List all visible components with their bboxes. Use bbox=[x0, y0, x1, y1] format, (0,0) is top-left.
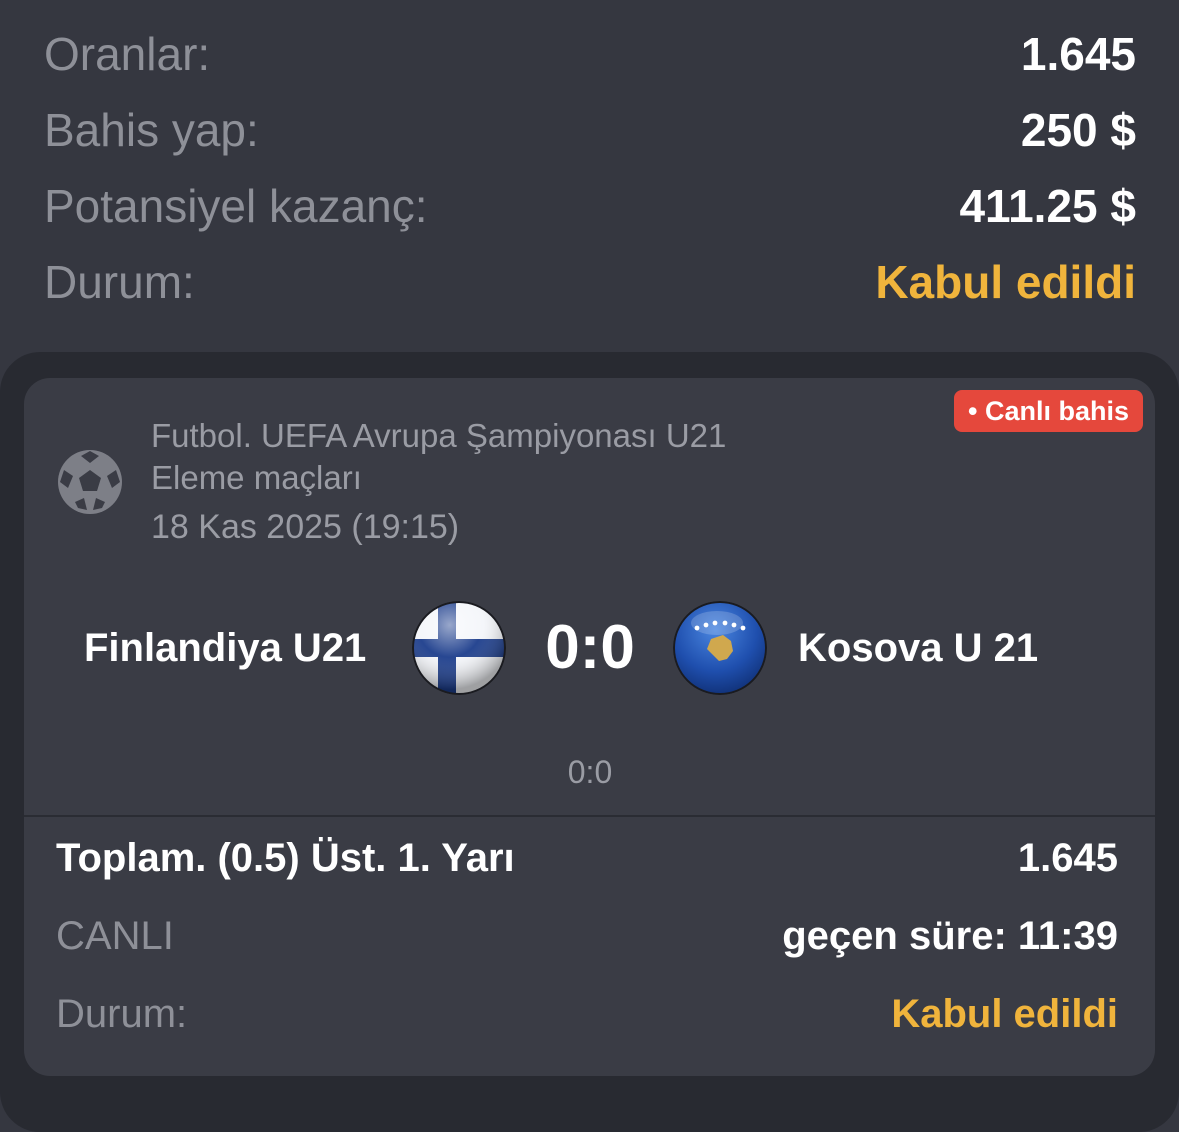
league-line-1: Futbol. UEFA Avrupa Şampiyonası U21 bbox=[151, 417, 727, 454]
finland-flag-icon bbox=[412, 601, 506, 695]
live-bet-badge: • Canlı bahis bbox=[954, 390, 1143, 432]
bet-market-row: Toplam. (0.5) Üst. 1. Yarı 1.645 bbox=[56, 832, 1118, 884]
league-name: Futbol. UEFA Avrupa Şampiyonası U21 Elem… bbox=[151, 415, 726, 499]
status-label: Durum: bbox=[44, 256, 195, 308]
stake-label: Bahis yap: bbox=[44, 104, 259, 156]
elapsed-time: geçen süre: 11:39 bbox=[782, 914, 1118, 958]
kosovo-flag-icon bbox=[673, 601, 767, 695]
potential-win-row: Potansiyel kazanç: 411.25 $ bbox=[44, 176, 1136, 236]
status-row: Durum: Kabul edildi bbox=[44, 252, 1136, 312]
league-line-2: Eleme maçları bbox=[151, 459, 362, 496]
potential-win-value: 411.25 $ bbox=[959, 180, 1136, 232]
match-date: 18 Kas 2025 (19:15) bbox=[151, 508, 460, 546]
stake-value: 250 $ bbox=[1020, 104, 1136, 156]
status-value: Kabul edildi bbox=[875, 256, 1136, 308]
odds-label: Oranlar: bbox=[44, 28, 211, 80]
bet-live-row: CANLI geçen süre: 11:39 bbox=[56, 910, 1118, 962]
bet-market: Toplam. (0.5) Üst. 1. Yarı bbox=[56, 836, 515, 880]
odds-value: 1.645 bbox=[1020, 28, 1136, 80]
bet-status-row: Durum: Kabul edildi bbox=[56, 988, 1118, 1040]
bet-status-label: Durum: bbox=[56, 992, 188, 1036]
bet-odds: 1.645 bbox=[1017, 836, 1118, 880]
potential-win-label: Potansiyel kazanç: bbox=[44, 180, 428, 232]
soccer-ball-icon bbox=[58, 450, 122, 514]
home-team-name: Finlandiya U21 bbox=[84, 626, 367, 670]
away-team-name: Kosova U 21 bbox=[798, 626, 1039, 670]
card-divider bbox=[24, 815, 1155, 817]
match-score: 0:0 bbox=[545, 613, 635, 682]
half-time-score: 0:0 bbox=[567, 754, 613, 790]
odds-row: Oranlar: 1.645 bbox=[44, 24, 1136, 84]
stake-row: Bahis yap: 250 $ bbox=[44, 100, 1136, 160]
live-label: CANLI bbox=[56, 914, 174, 958]
bet-status-value: Kabul edildi bbox=[891, 992, 1118, 1036]
